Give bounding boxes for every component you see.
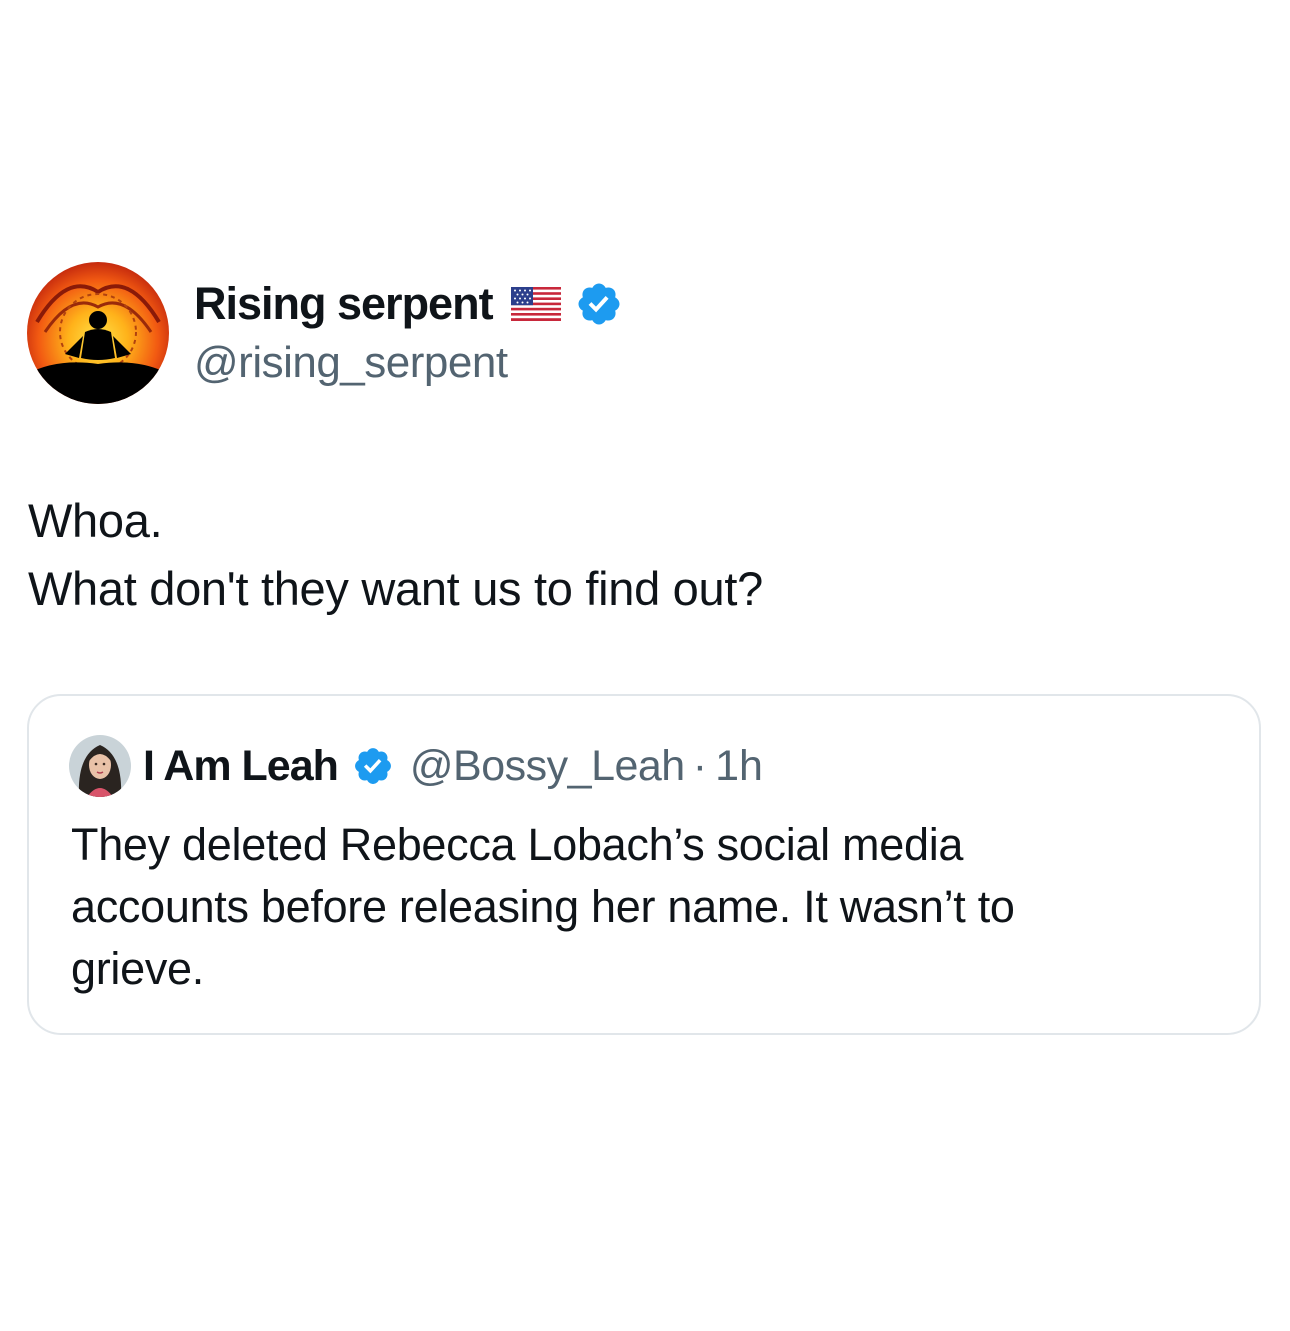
tweet: Rising serpent @rising_serpent Whoa. Wha… (0, 0, 1290, 1331)
dot-separator: · (692, 741, 708, 790)
quoted-tweet-text-line: They deleted Rebecca Lobach’s social med… (71, 819, 964, 870)
tweet-text-line: Whoa. (28, 494, 163, 547)
author-header: Rising serpent @rising_serpent (194, 276, 623, 388)
quoted-author-display-name[interactable]: I Am Leah (143, 742, 339, 791)
quoted-tweet-card[interactable]: I Am Leah @Bossy_Leah · 1h They deleted … (27, 694, 1261, 1035)
us-flag-icon (510, 287, 561, 321)
quoted-author-handle[interactable]: @Bossy_Leah (410, 742, 685, 791)
quoted-tweet-text-line: accounts before releasing her name. It w… (71, 881, 1015, 932)
tweet-text-line: What don't they want us to find out? (28, 562, 763, 615)
verified-badge-icon[interactable] (352, 745, 394, 787)
tweet-text: Whoa. What don't they want us to find ou… (28, 487, 763, 623)
quoted-tweet-timestamp[interactable]: 1h (715, 742, 763, 791)
author-name-row: Rising serpent (194, 276, 623, 332)
quoted-tweet-text: They deleted Rebecca Lobach’s social med… (71, 814, 1221, 1000)
author-display-name[interactable]: Rising serpent (194, 278, 494, 330)
meditation-silhouette-avatar-image (27, 262, 169, 404)
author-avatar[interactable] (27, 262, 169, 404)
quoted-tweet-header: I Am Leah @Bossy_Leah · 1h (69, 734, 763, 798)
quoted-author-avatar[interactable] (69, 735, 131, 797)
verified-badge-icon[interactable] (575, 280, 623, 328)
quoted-tweet-text-line: grieve. (71, 943, 204, 994)
woman-portrait-avatar-image (69, 735, 131, 797)
author-handle[interactable]: @rising_serpent (194, 338, 623, 388)
